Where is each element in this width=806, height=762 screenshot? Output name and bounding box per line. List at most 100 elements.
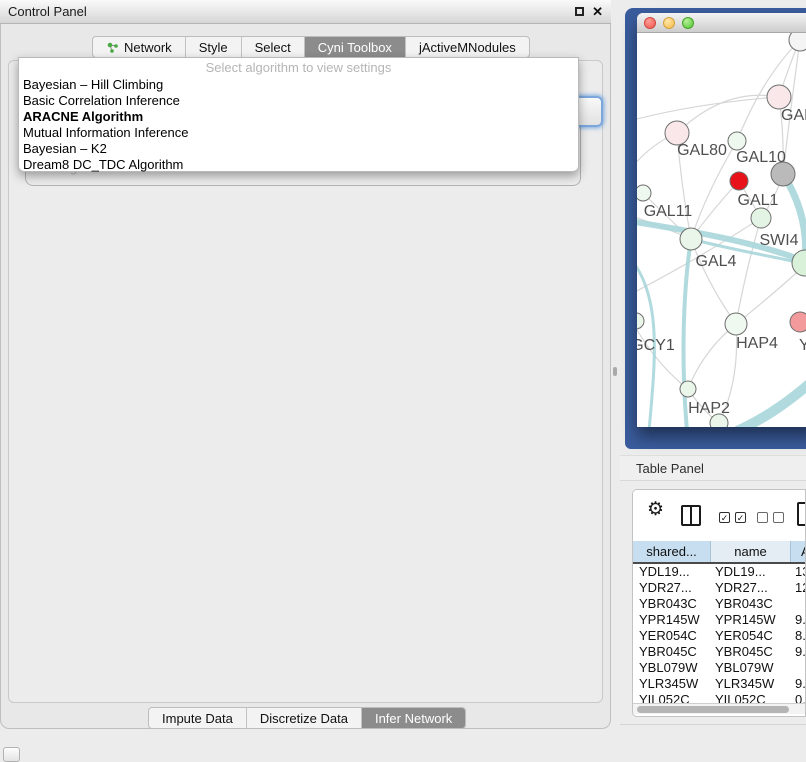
- tab-cyni-toolbox[interactable]: Cyni Toolbox: [305, 37, 406, 57]
- graph-node-label: GAL11: [644, 203, 693, 220]
- table-header-row: shared...nameA: [633, 541, 806, 564]
- dock-button[interactable]: [3, 747, 20, 762]
- table-row[interactable]: YBR043CYBR043C: [633, 596, 806, 612]
- table-cell: YBR043C: [711, 596, 791, 612]
- table-cell: YPR145W: [633, 612, 711, 628]
- graph-node-label: GCY1: [637, 337, 675, 354]
- graph-node[interactable]: [680, 228, 702, 250]
- table-cell: 12: [791, 580, 806, 596]
- algorithm-menu-items: Bayesian – Hill ClimbingBasic Correlatio…: [19, 77, 578, 173]
- graph-edge: [736, 218, 761, 324]
- table-row[interactable]: YBL079WYBL079W: [633, 660, 806, 676]
- window-title: Control Panel: [8, 0, 87, 24]
- graph-node-label: Y: [799, 337, 806, 354]
- control-panel-tabs: Network Style Select Cyni Toolbox jActiveMNo…: [92, 36, 530, 58]
- table-cell: YBR043C: [633, 596, 711, 612]
- graph-node-label: GAL80: [677, 142, 727, 159]
- graph-node[interactable]: [725, 313, 747, 335]
- table-row[interactable]: YLR345WYLR345W9.: [633, 676, 806, 692]
- tab-infer-network[interactable]: Infer Network: [362, 708, 465, 728]
- column-header-name[interactable]: name: [711, 541, 791, 562]
- zoom-traffic-light[interactable]: [682, 17, 694, 29]
- graph-node[interactable]: [730, 172, 748, 190]
- checked-checkbox-icon[interactable]: ✓: [735, 512, 746, 523]
- close-icon[interactable]: ✕: [592, 4, 603, 20]
- menu-item-mutual-information-inference[interactable]: Mutual Information Inference: [19, 125, 578, 141]
- tab-network[interactable]: Network: [93, 37, 186, 57]
- tab-label: Network: [124, 40, 172, 55]
- graph-node[interactable]: [751, 208, 771, 228]
- checked-checkbox-icon[interactable]: ✓: [719, 512, 730, 523]
- table-row[interactable]: YDR27...YDR27...12: [633, 580, 806, 596]
- graph-node[interactable]: [637, 185, 651, 201]
- unchecked-checkbox-icon[interactable]: [757, 512, 768, 523]
- float-window-icon[interactable]: [575, 7, 584, 16]
- tab-label: Infer Network: [375, 711, 452, 726]
- column-header-a[interactable]: A: [791, 541, 806, 562]
- table-cell: YDL19...: [711, 564, 791, 580]
- graph-node[interactable]: [637, 313, 644, 329]
- table-row[interactable]: YBR045CYBR045C9.: [633, 644, 806, 660]
- tab-select[interactable]: Select: [242, 37, 305, 57]
- tab-jactivemnodules[interactable]: jActiveMNodules: [406, 37, 529, 57]
- tab-impute-data[interactable]: Impute Data: [149, 708, 247, 728]
- graph-edge: [691, 239, 736, 324]
- new-table-icon[interactable]: [797, 502, 806, 526]
- menu-item-aracne-algorithm[interactable]: ARACNE Algorithm: [19, 109, 578, 125]
- graph-node[interactable]: [728, 132, 746, 150]
- graph-node-label: GAL: [781, 107, 806, 124]
- graph-node[interactable]: [790, 312, 806, 332]
- graph-edge: [637, 323, 688, 389]
- unchecked-checkbox-icon[interactable]: [773, 512, 784, 523]
- menu-item-bayesian-hill-climbing[interactable]: Bayesian – Hill Climbing: [19, 77, 578, 93]
- graph-edge-highlighted: [737, 379, 806, 427]
- minimize-traffic-light[interactable]: [663, 17, 675, 29]
- columns-icon[interactable]: [681, 505, 701, 526]
- panel-divider-grip[interactable]: [613, 367, 617, 376]
- network-icon: [106, 41, 119, 54]
- close-traffic-light[interactable]: [644, 17, 656, 29]
- table-panel-header: Table Panel: [620, 455, 806, 481]
- column-header-shared-[interactable]: shared...: [633, 541, 711, 562]
- tab-label: Select: [255, 40, 291, 55]
- dropdown-placeholder: Select algorithm to view settings: [19, 58, 578, 77]
- table-cell: YER054C: [633, 628, 711, 644]
- graph-node-label: SWI4: [759, 232, 798, 249]
- graph-node[interactable]: [767, 85, 791, 109]
- tab-discretize-data[interactable]: Discretize Data: [247, 708, 362, 728]
- table-cell: YLR345W: [711, 676, 791, 692]
- tab-label: Impute Data: [162, 711, 233, 726]
- table-row[interactable]: YPR145WYPR145W9.: [633, 612, 806, 628]
- graph-node[interactable]: [792, 250, 806, 276]
- algorithm-dropdown-menu: Select algorithm to view settings Bayesi…: [18, 57, 579, 172]
- tab-label: jActiveMNodules: [419, 40, 516, 55]
- table-row[interactable]: YDL19...YDL19...13: [633, 564, 806, 580]
- graph-node-label: GAL1: [738, 192, 779, 209]
- network-window-titlebar[interactable]: [637, 13, 806, 33]
- menu-item-basic-correlation-inference[interactable]: Basic Correlation Inference: [19, 93, 578, 109]
- gear-icon[interactable]: ⚙: [647, 498, 664, 521]
- table-cell: YDR27...: [633, 580, 711, 596]
- table-toolbar: ⚙ ✓ ✓: [633, 490, 805, 541]
- table-cell: YBR045C: [633, 644, 711, 660]
- scrollbar-thumb[interactable]: [637, 706, 789, 713]
- tab-style[interactable]: Style: [186, 37, 242, 57]
- table-cell: [791, 660, 806, 676]
- table-cell: [791, 596, 806, 612]
- table-row[interactable]: YER054CYER054C8.: [633, 628, 806, 644]
- network-canvas[interactable]: GALGAL80GAL10GAL1GAL11SWI4GAL4GCY1HAP4YH…: [637, 33, 806, 427]
- table-cell: YPR145W: [711, 612, 791, 628]
- table-cell: YER054C: [711, 628, 791, 644]
- table-cell: YBL079W: [711, 660, 791, 676]
- screen: Control Panel ✕ Network Style Select Cyni T…: [0, 0, 806, 762]
- table-panel: ⚙ ✓ ✓ shared...nameA YDL19...YDL19...13Y…: [632, 489, 806, 717]
- table-cell: 9.: [791, 644, 806, 660]
- table-horizontal-scrollbar[interactable]: [633, 703, 806, 714]
- graph-node[interactable]: [680, 381, 696, 397]
- menu-item-dream8-dc-tdc-algorithm[interactable]: Dream8 DC_TDC Algorithm: [19, 157, 578, 173]
- graph-node-label: HAP4: [736, 335, 778, 352]
- table-cell: YDL19...: [633, 564, 711, 580]
- table-cell: YBR045C: [711, 644, 791, 660]
- menu-item-bayesian-k2[interactable]: Bayesian – K2: [19, 141, 578, 157]
- tab-label: Discretize Data: [260, 711, 348, 726]
